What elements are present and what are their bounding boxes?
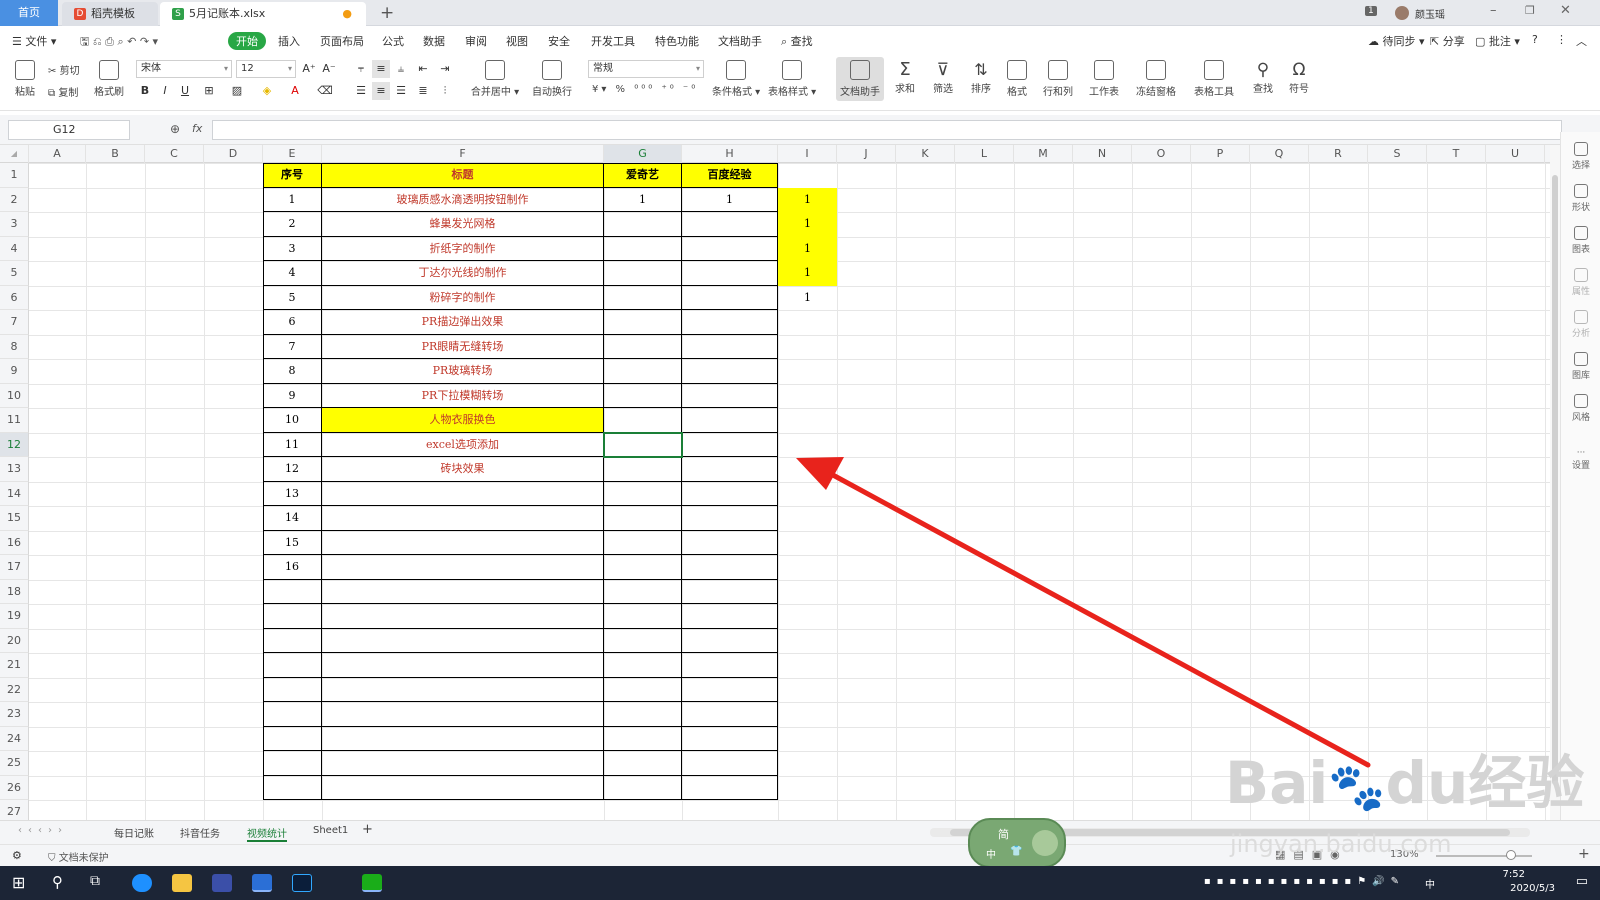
sidebar-analysis[interactable]: 分析 <box>1561 310 1600 339</box>
right-task-pane: 选择 形状 图表 属性 分析 图库 风格 ··· 设置 <box>1560 132 1600 832</box>
ms-app-icon[interactable] <box>212 874 232 892</box>
cursor-icon <box>1574 142 1588 156</box>
shield-icon: ⛉ <box>48 853 56 864</box>
sidebar-analysis-label: 分析 <box>1571 329 1590 339</box>
sidebar-gallery[interactable]: 图库 <box>1561 352 1600 381</box>
chart-icon <box>1574 226 1588 240</box>
ime-widget[interactable]: 简 中 👕 <box>968 818 1066 868</box>
sidebar-select-label: 选择 <box>1571 161 1590 171</box>
sidebar-settings[interactable]: ··· 设置 <box>1561 448 1600 471</box>
ime-lang[interactable]: 中 <box>986 846 996 861</box>
tray-icons[interactable]: ▪▪▪▪▪▪▪▪▪▪▪▪⚑🔊✎ <box>1204 876 1405 887</box>
zoom-in-icon[interactable]: + <box>1578 846 1590 862</box>
sheet-tab-video[interactable]: 视频统计 <box>247 825 287 842</box>
sidebar-shapes[interactable]: 形状 <box>1561 184 1600 213</box>
clock-time[interactable]: 7:52 <box>1503 869 1525 880</box>
tray-ime-indicator[interactable]: 中 <box>1425 876 1435 891</box>
sheet-nav-arrows-icon[interactable]: ‹‹‹›› <box>18 825 68 836</box>
video-app-icon[interactable] <box>362 874 382 892</box>
taskbar-search-icon[interactable]: ⚲ <box>52 873 63 891</box>
windows-start-icon[interactable]: ⊞ <box>12 873 25 892</box>
properties-icon <box>1574 268 1588 282</box>
sheet-tab-sheet1[interactable]: Sheet1 <box>313 825 348 836</box>
arrow-head <box>796 457 844 490</box>
sidebar-shapes-label: 形状 <box>1571 203 1590 213</box>
ellipsis-icon: ··· <box>1576 448 1586 458</box>
task-view-icon[interactable]: ⧉ <box>90 873 100 889</box>
sidebar-style[interactable]: 风格 <box>1561 394 1600 423</box>
watermark-brand: Bai <box>1225 749 1329 817</box>
baidu-watermark-url: jingyan.baidu.com <box>1230 830 1452 858</box>
sheet-tab-daily[interactable]: 每日记账 <box>114 825 154 840</box>
paw-icon: 🐾 <box>1328 760 1386 814</box>
watermark-suffix: 经验 <box>1468 749 1585 817</box>
shapes-icon <box>1574 184 1588 198</box>
browser-icon[interactable] <box>132 874 152 892</box>
sidebar-gallery-label: 图库 <box>1571 371 1590 381</box>
clock-date[interactable]: 2020/5/3 <box>1510 883 1555 894</box>
zoom-slider-handle[interactable] <box>1506 850 1516 860</box>
sidebar-settings-label: 设置 <box>1571 461 1590 471</box>
protection-status[interactable]: ⛉ 文档未保护 <box>48 849 109 864</box>
notification-icon[interactable]: ▭ <box>1576 874 1588 889</box>
style-icon <box>1574 394 1588 408</box>
analysis-icon <box>1574 310 1588 324</box>
photoshop-icon[interactable] <box>292 874 312 892</box>
arrow-shaft <box>817 465 1371 768</box>
gallery-icon <box>1574 352 1588 366</box>
sidebar-style-label: 风格 <box>1571 413 1590 423</box>
protection-label: 文档未保护 <box>58 853 109 864</box>
file-explorer-icon[interactable] <box>172 874 192 892</box>
macro-icon[interactable]: ⚙ <box>12 849 22 862</box>
ime-shirt-icon[interactable]: 👕 <box>1010 846 1022 857</box>
ime-mode[interactable]: 简 <box>998 826 1009 842</box>
windows-taskbar: ⊞ ⚲ ⧉ ▪▪▪▪▪▪▪▪▪▪▪▪⚑🔊✎ 中 7:52 2020/5/3 ▭ <box>0 866 1600 900</box>
sidebar-select[interactable]: 选择 <box>1561 142 1600 171</box>
sidebar-chart-label: 图表 <box>1571 245 1590 255</box>
baidu-watermark: Bai🐾du经验 <box>1225 736 1584 820</box>
sidebar-chart[interactable]: 图表 <box>1561 226 1600 255</box>
ime-mascot-icon <box>1032 830 1058 856</box>
watermark-brand2: du <box>1385 749 1469 817</box>
sheet-tab-douyin[interactable]: 抖音任务 <box>180 825 220 840</box>
add-sheet-icon[interactable]: + <box>362 822 373 837</box>
sidebar-properties-label: 属性 <box>1571 287 1590 297</box>
wps-writer-icon[interactable] <box>252 874 272 892</box>
sidebar-properties[interactable]: 属性 <box>1561 268 1600 297</box>
